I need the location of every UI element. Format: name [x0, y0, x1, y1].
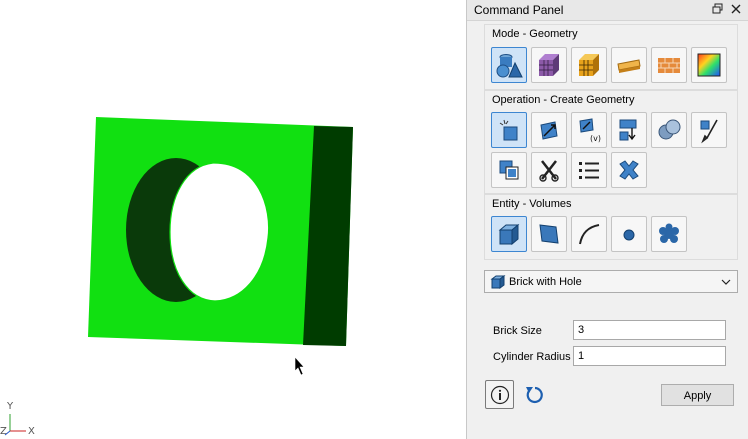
operation-group-title: Operation - Create Geometry [492, 94, 635, 106]
chevron-down-icon [721, 279, 731, 285]
mesh-mode-icon [539, 54, 559, 76]
info-icon [490, 385, 509, 404]
mode-group-title: Mode - Geometry [492, 28, 578, 40]
materials-button[interactable] [651, 47, 687, 83]
operation-group: Operation - Create Geometry (v) [484, 90, 738, 194]
curve-entity-icon [579, 224, 600, 245]
axis-y-label: Y [7, 401, 14, 412]
surface-entity-button[interactable] [531, 216, 567, 252]
hex-mesh-mode-icon [579, 54, 599, 76]
reset-button[interactable] [523, 383, 547, 407]
brick-size-label: Brick Size [493, 325, 542, 337]
copy-button[interactable] [491, 152, 527, 188]
cleanup-icon [700, 119, 718, 144]
transform-icon [540, 121, 558, 140]
curve-entity-button[interactable] [571, 216, 607, 252]
delete-icon [539, 160, 559, 182]
surface-entity-icon [539, 224, 559, 244]
list-button[interactable] [571, 152, 607, 188]
cylinder-radius-label: Cylinder Radius [493, 351, 571, 363]
volume-operation-icon: (v) [579, 118, 601, 143]
cylinder-radius-field[interactable] [573, 346, 726, 366]
svg-text:(v): (v) [590, 134, 601, 143]
entity-group: Entity - Volumes [484, 194, 738, 260]
create-geometry-icon [499, 119, 518, 141]
webcut-button[interactable] [611, 112, 647, 148]
materials-icon [658, 58, 680, 73]
geometry-mode-button[interactable] [491, 47, 527, 83]
model-render [4, 117, 353, 436]
brick-size-field[interactable] [573, 320, 726, 340]
copy-icon [499, 160, 519, 180]
vertex-entity-icon [623, 229, 635, 241]
panel-title: Command Panel [474, 3, 564, 17]
volume-entity-button[interactable] [491, 216, 527, 252]
boolean-button[interactable] [651, 112, 687, 148]
volume-entity-icon [498, 223, 520, 246]
mode-group: Mode - Geometry [484, 24, 738, 90]
remove-button[interactable] [611, 152, 647, 188]
close-icon[interactable] [730, 3, 742, 15]
axis-z-label: Z [0, 426, 7, 437]
webcut-icon [619, 119, 637, 141]
reset-icon [526, 386, 543, 404]
apply-button[interactable]: Apply [661, 384, 734, 406]
list-icon [579, 162, 599, 179]
group-entity-button[interactable] [651, 216, 687, 252]
transform-button[interactable] [531, 112, 567, 148]
shape-select-value: Brick with Hole [509, 276, 582, 288]
analysis-results-icon [697, 53, 721, 77]
hex-mesh-mode-button[interactable] [571, 47, 607, 83]
mouse-cursor [294, 356, 305, 376]
boundary-conditions-button[interactable] [611, 47, 647, 83]
analysis-results-button[interactable] [691, 47, 727, 83]
axis-x-label: X [28, 426, 35, 437]
command-panel: Command Panel Mode - Geometry Operation … [466, 0, 748, 439]
entity-group-title: Entity - Volumes [492, 198, 572, 210]
volume-operation-button[interactable]: (v) [571, 112, 607, 148]
boundary-conditions-icon [617, 59, 641, 73]
vertex-entity-button[interactable] [611, 216, 647, 252]
group-entity-icon [659, 223, 679, 243]
create-geometry-button[interactable] [491, 112, 527, 148]
panel-title-bar: Command Panel [467, 0, 748, 21]
shape-select[interactable]: Brick with Hole [484, 270, 738, 293]
cleanup-button[interactable] [691, 112, 727, 148]
mesh-mode-button[interactable] [531, 47, 567, 83]
info-button[interactable] [485, 380, 514, 409]
boolean-icon [658, 119, 681, 140]
remove-icon [619, 160, 639, 180]
restore-icon[interactable] [712, 3, 724, 15]
brick-icon [490, 275, 506, 289]
delete-button[interactable] [531, 152, 567, 188]
axis-triad [4, 414, 26, 436]
graphics-viewport[interactable]: Y X Z [0, 0, 466, 439]
geometry-mode-icon [496, 54, 523, 78]
